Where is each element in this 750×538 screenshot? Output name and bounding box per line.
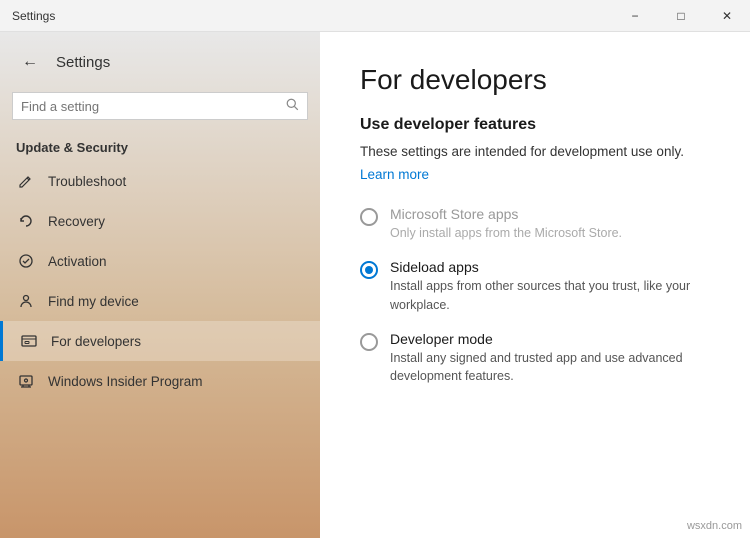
- radio-content-ms-store: Microsoft Store apps Only install apps f…: [390, 206, 622, 243]
- section-heading: Use developer features: [360, 116, 710, 134]
- sidebar-header: ← Settings: [0, 32, 320, 88]
- search-icon: [286, 98, 299, 114]
- sidebar-section-title: Update & Security: [0, 132, 320, 161]
- page-title: For developers: [360, 64, 710, 96]
- sidebar-item-label-windows-insider: Windows Insider Program: [48, 374, 203, 389]
- learn-more-link[interactable]: Learn more: [360, 167, 429, 182]
- person-icon: [16, 291, 36, 311]
- sidebar-app-title: Settings: [56, 54, 110, 71]
- radio-wrap-ms-store[interactable]: [360, 208, 378, 226]
- radio-button-dev-mode[interactable]: [360, 333, 378, 351]
- radio-wrap-sideload[interactable]: [360, 261, 378, 279]
- sidebar-item-for-developers[interactable]: For developers: [0, 321, 320, 361]
- sidebar-item-label-for-developers: For developers: [51, 334, 141, 349]
- radio-desc-sideload: Install apps from other sources that you…: [390, 277, 710, 315]
- watermark: wsxdn.com: [687, 520, 742, 532]
- recovery-icon: [16, 211, 36, 231]
- titlebar: Settings − □ ✕: [0, 0, 750, 32]
- titlebar-controls: − □ ✕: [612, 0, 750, 31]
- maximize-button[interactable]: □: [658, 0, 704, 32]
- sidebar-item-troubleshoot[interactable]: Troubleshoot: [0, 161, 320, 201]
- back-icon: ←: [22, 53, 38, 71]
- radio-option-dev-mode: Developer mode Install any signed and tr…: [360, 331, 710, 387]
- sidebar-item-activation[interactable]: Activation: [0, 241, 320, 281]
- radio-content-dev-mode: Developer mode Install any signed and tr…: [390, 331, 710, 387]
- developer-icon: [19, 331, 39, 351]
- minimize-button[interactable]: −: [612, 0, 658, 32]
- titlebar-title: Settings: [12, 9, 55, 23]
- search-input[interactable]: [21, 99, 280, 114]
- sidebar-item-label-recovery: Recovery: [48, 214, 105, 229]
- activation-icon: [16, 251, 36, 271]
- main-container: ← Settings Update & Security Troub: [0, 32, 750, 538]
- radio-desc-ms-store: Only install apps from the Microsoft Sto…: [390, 224, 622, 243]
- radio-button-sideload[interactable]: [360, 261, 378, 279]
- insider-icon: [16, 371, 36, 391]
- sidebar-item-recovery[interactable]: Recovery: [0, 201, 320, 241]
- sidebar-item-windows-insider[interactable]: Windows Insider Program: [0, 361, 320, 401]
- radio-label-ms-store: Microsoft Store apps: [390, 206, 622, 222]
- sidebar: ← Settings Update & Security Troub: [0, 32, 320, 538]
- sidebar-item-label-find-my-device: Find my device: [48, 294, 139, 309]
- sidebar-item-label-troubleshoot: Troubleshoot: [48, 174, 126, 189]
- radio-label-dev-mode: Developer mode: [390, 331, 710, 347]
- radio-label-sideload: Sideload apps: [390, 259, 710, 275]
- radio-content-sideload: Sideload apps Install apps from other so…: [390, 259, 710, 315]
- radio-button-ms-store[interactable]: [360, 208, 378, 226]
- sidebar-item-find-my-device[interactable]: Find my device: [0, 281, 320, 321]
- description-text: These settings are intended for developm…: [360, 142, 710, 162]
- edit-icon: [16, 171, 36, 191]
- radio-option-sideload: Sideload apps Install apps from other so…: [360, 259, 710, 315]
- search-box[interactable]: [12, 92, 308, 120]
- sidebar-item-label-activation: Activation: [48, 254, 107, 269]
- close-button[interactable]: ✕: [704, 0, 750, 32]
- radio-desc-dev-mode: Install any signed and trusted app and u…: [390, 349, 710, 387]
- radio-option-ms-store: Microsoft Store apps Only install apps f…: [360, 206, 710, 243]
- radio-wrap-dev-mode[interactable]: [360, 333, 378, 351]
- back-button[interactable]: ←: [16, 48, 44, 76]
- content-area: For developers Use developer features Th…: [320, 32, 750, 538]
